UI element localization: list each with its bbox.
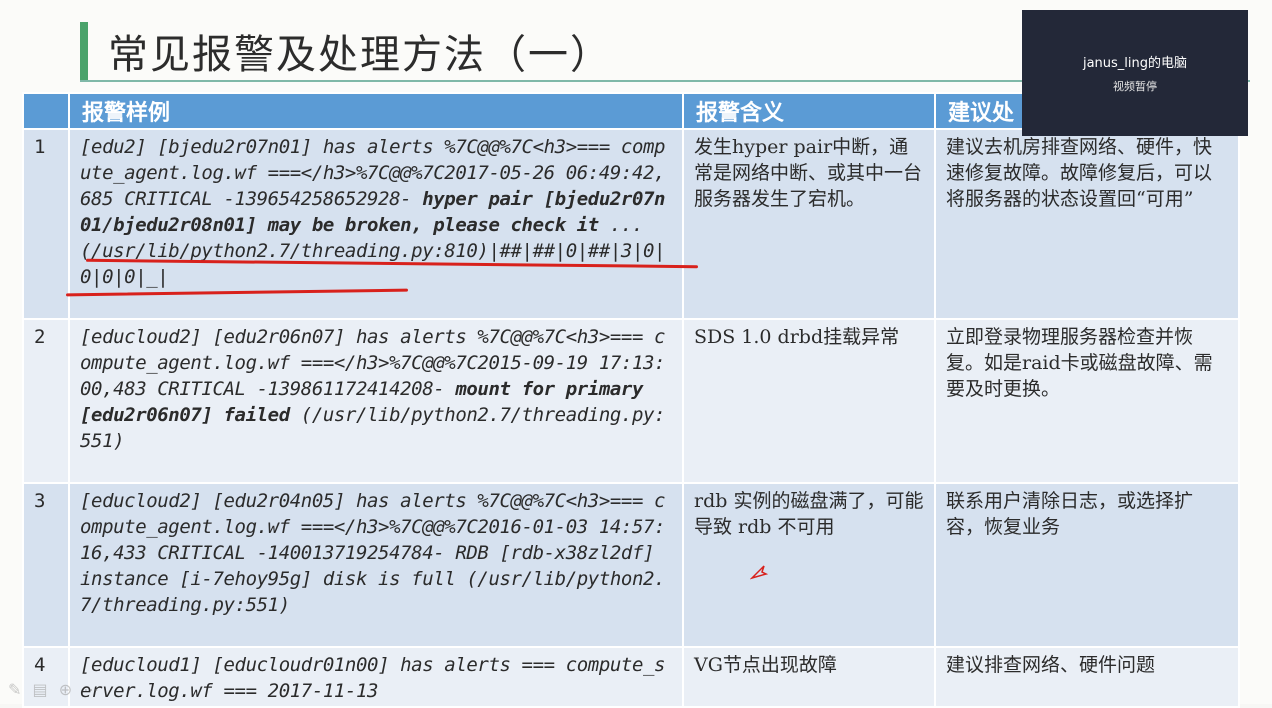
row-number: 1: [22, 128, 70, 320]
video-overlay[interactable]: janus_ling的电脑 视频暂停: [1022, 10, 1248, 136]
alert-meaning: SDS 1.0 drbd挂载异常: [682, 318, 936, 484]
alert-sample-text: [educloud1] [educloudr01n00] has alerts …: [80, 654, 666, 702]
alert-sample: [educloud2] [edu2r06n07] has alerts %7C@…: [68, 318, 684, 484]
video-status-label: 视频暂停: [1113, 80, 1157, 93]
slide-title: 常见报警及处理方法（一）: [108, 32, 612, 78]
alert-sample-text: [educloud2] [edu2r04n05] has alerts %7C@…: [80, 490, 666, 616]
alert-sample: [educloud1] [educloudr01n00] has alerts …: [68, 646, 684, 708]
pointer-cursor-icon: [750, 565, 768, 580]
alert-meaning: rdb 实例的磁盘满了，可能导致 rdb 不可用: [682, 482, 936, 648]
computer-name-label: janus_ling的电脑: [1082, 56, 1188, 71]
alert-advice: 立即登录物理服务器检查并恢复。如是raid卡或磁盘故障、需要及时更换。: [934, 318, 1240, 484]
row-number: 3: [22, 482, 70, 648]
table-row: 4 [educloud1] [educloudr01n00] has alert…: [22, 646, 1240, 708]
pen-icon[interactable]: ✎: [8, 680, 21, 699]
more-icon[interactable]: ⋯: [83, 680, 99, 699]
header-meaning: 报警含义: [682, 92, 936, 130]
table-row: 2 [educloud2] [edu2r06n07] has alerts %7…: [22, 318, 1240, 484]
alerts-table: 报警样例 报警含义 建议处 1 [edu2] [bjedu2r07n01] ha…: [22, 92, 1240, 708]
title-accent-bar: [80, 22, 88, 80]
zoom-icon[interactable]: ⊕: [59, 680, 72, 699]
alert-meaning: VG节点出现故障: [682, 646, 936, 708]
row-number: 2: [22, 318, 70, 484]
header-num: [22, 92, 70, 130]
slides-icon[interactable]: ▤: [33, 680, 48, 699]
header-sample: 报警样例: [68, 92, 684, 130]
alert-advice: 联系用户清除日志，或选择扩容，恢复业务: [934, 482, 1240, 648]
alert-sample: [educloud2] [edu2r04n05] has alerts %7C@…: [68, 482, 684, 648]
alert-advice: 建议排查网络、硬件问题: [934, 646, 1240, 708]
alert-meaning: 发生hyper pair中断，通常是网络中断、或其中一台服务器发生了宕机。: [682, 128, 936, 320]
presentation-toolbar[interactable]: ✎ ▤ ⊕ ⋯: [8, 680, 105, 702]
alert-advice: 建议去机房排查网络、硬件，快速修复故障。故障修复后，可以将服务器的状态设置回“可…: [934, 128, 1240, 320]
table-row: 3 [educloud2] [edu2r04n05] has alerts %7…: [22, 482, 1240, 648]
